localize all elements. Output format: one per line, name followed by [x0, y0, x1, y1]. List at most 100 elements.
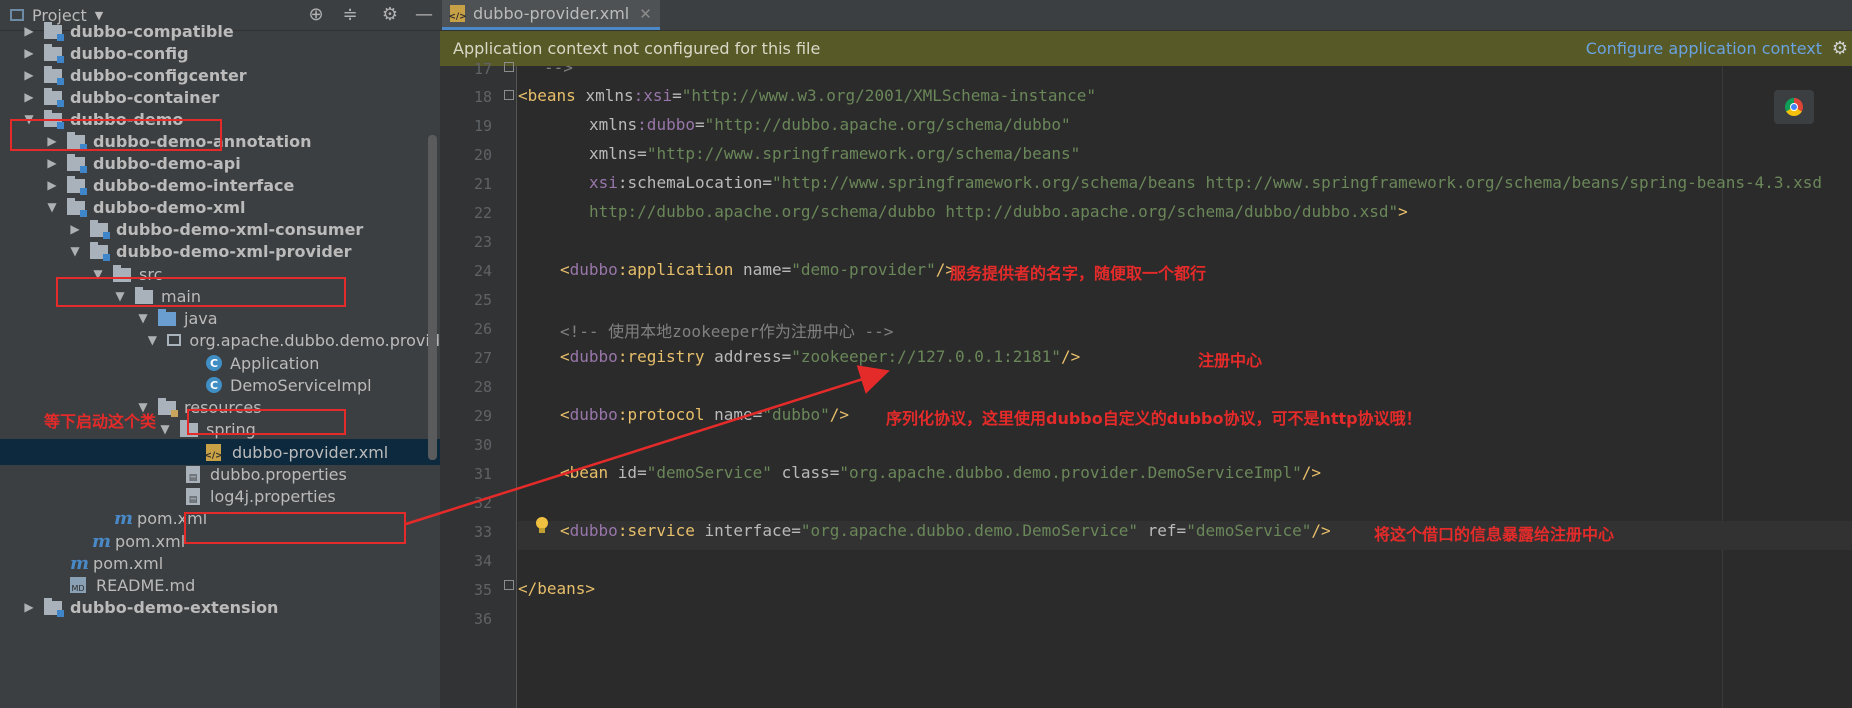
line-number: 25 — [473, 291, 492, 309]
tree-item-label: org.apache.dubbo.demo.provid — [189, 330, 440, 350]
annotation-service: 将这个借口的信息暴露给注册中心 — [1374, 525, 1615, 544]
maven-icon: m — [114, 507, 134, 529]
annotation-provider-name: 服务提供者的名字，随便取一个都行 — [950, 264, 1207, 283]
configure-context-link[interactable]: Configure application context — [1586, 39, 1822, 58]
module-folder-icon — [67, 198, 87, 217]
chrome-icon — [1785, 98, 1803, 116]
code-line-18: <beans xmlns:xsi="http://www.w3.org/2001… — [518, 86, 1096, 105]
line-number: 19 — [473, 117, 492, 135]
line-number: 36 — [473, 610, 492, 628]
tree-item-label: dubbo-demo-interface — [93, 175, 295, 195]
code-editor[interactable]: --> <beans xmlns:xsi="http://www.w3.org/… — [518, 66, 1852, 708]
line-number-gutter: 17 18 19 20 21 22 23 24 25 26 27 28 29 3… — [440, 60, 517, 708]
banner-message: Application context not configured for t… — [453, 39, 821, 58]
line-number: 20 — [473, 146, 492, 164]
properties-file-icon: ▤ — [186, 466, 204, 483]
code-line-17: --> — [544, 66, 573, 77]
expand-arrow-icon[interactable]: ▶ — [45, 156, 59, 170]
module-folder-icon — [67, 154, 87, 173]
tree-item-label: log4j.properties — [210, 486, 336, 506]
editor-tab-bar: </> dubbo-provider.xml ✕ — [440, 0, 1852, 31]
project-panel: Project ▼ ⊕ ≑ ⚙ — ▶ dubbo-compatible ▶ d… — [0, 0, 440, 708]
tree-item-label: dubbo-demo-xml-provider — [116, 241, 352, 261]
highlight-box-provider-xml — [184, 512, 406, 544]
expand-arrow-icon[interactable]: ▶ — [22, 46, 36, 60]
expand-arrow-icon[interactable]: ▶ — [22, 24, 36, 38]
line-number: 18 — [473, 88, 492, 106]
annotation-start-class: 等下启动这个类 — [44, 412, 157, 431]
code-line-31: <bean id="demoService" class="org.apache… — [560, 463, 1322, 482]
collapse-arrow-icon[interactable]: ▼ — [136, 311, 150, 325]
line-number: 32 — [473, 494, 492, 512]
tree-item-dubbo-demo-extension[interactable]: ▶ dubbo-demo-extension — [0, 594, 440, 620]
collapse-arrow-icon[interactable]: ▼ — [146, 333, 159, 347]
expand-arrow-icon[interactable]: ▶ — [22, 68, 36, 82]
code-line-29: <dubbo:protocol name="dubbo"/> — [560, 405, 850, 424]
tree-item-label: dubbo-provider.xml — [232, 442, 389, 462]
highlight-box-dubbo-demo — [10, 119, 222, 151]
tree-item-label: dubbo-demo-xml-consumer — [116, 219, 364, 239]
line-number: 21 — [473, 175, 492, 193]
lightbulb-icon[interactable] — [534, 516, 550, 536]
open-in-browser-button[interactable] — [1774, 90, 1814, 124]
line-number: 28 — [473, 378, 492, 396]
module-folder-icon — [90, 242, 110, 261]
tree-item-label: README.md — [96, 575, 196, 595]
code-line-33: <dubbo:service interface="org.apache.dub… — [560, 521, 1331, 540]
module-folder-icon — [90, 220, 110, 239]
resources-folder-icon — [158, 398, 178, 417]
annotation-protocol: 序列化协议，这里使用dubbo自定义的dubbo协议，可不是http协议哦！ — [886, 409, 1422, 428]
module-folder-icon — [44, 598, 64, 617]
highlight-box-xml-provider — [56, 277, 346, 307]
code-line-19: xmlns:dubbo="http://dubbo.apache.org/sch… — [589, 115, 1071, 134]
tab-label: dubbo-provider.xml — [473, 4, 630, 23]
line-number: 29 — [473, 407, 492, 425]
code-line-27: <dubbo:registry address="zookeeper://127… — [560, 347, 1081, 366]
annotation-registry: 注册中心 — [1198, 351, 1263, 370]
tree-item-label: dubbo.properties — [210, 464, 347, 484]
tree-item-label: java — [184, 308, 218, 328]
java-class-icon: C — [206, 377, 224, 393]
code-line-26-comment: <!-- 使用本地zookeeper作为注册中心 --> — [560, 322, 894, 341]
collapse-arrow-icon[interactable]: ▼ — [45, 200, 59, 214]
tree-item-label: Application — [230, 353, 320, 373]
tree-item-label: dubbo-demo-api — [93, 153, 241, 173]
maven-icon: m — [92, 530, 112, 552]
line-number: 30 — [473, 436, 492, 454]
expand-arrow-icon[interactable]: ▶ — [22, 600, 36, 614]
markdown-file-icon: MD — [70, 577, 90, 593]
expand-arrow-icon[interactable]: ▶ — [45, 178, 59, 192]
xml-file-icon: </> — [448, 5, 467, 22]
gear-icon[interactable]: ⚙ — [1832, 38, 1848, 59]
source-folder-icon — [158, 309, 178, 326]
module-folder-icon — [44, 44, 64, 63]
fold-marker-icon[interactable] — [504, 62, 514, 72]
line-number: 26 — [473, 320, 492, 338]
tab-dubbo-provider-xml[interactable]: </> dubbo-provider.xml ✕ — [442, 0, 660, 30]
fold-marker-icon[interactable] — [504, 90, 514, 100]
collapse-arrow-icon[interactable]: ▼ — [158, 422, 172, 436]
line-number: 27 — [473, 349, 492, 367]
fold-marker-icon[interactable] — [504, 580, 514, 590]
line-number: 17 — [473, 60, 492, 78]
properties-file-icon: ▤ — [186, 488, 204, 505]
tree-item-label: dubbo-config — [70, 43, 189, 63]
notification-banner: Application context not configured for t… — [440, 31, 1852, 66]
code-line-35: </beans> — [518, 579, 596, 598]
maven-icon: m — [70, 552, 90, 574]
module-folder-icon — [67, 176, 87, 195]
tree-item-label: pom.xml — [115, 531, 186, 551]
close-icon[interactable]: ✕ — [639, 5, 652, 23]
java-class-icon: C — [206, 355, 224, 371]
tree-scrollbar[interactable] — [428, 135, 437, 460]
code-line-22: http://dubbo.apache.org/schema/dubbo htt… — [589, 202, 1408, 221]
expand-arrow-icon[interactable]: ▶ — [22, 90, 36, 104]
tree-item-label: dubbo-compatible — [70, 21, 234, 41]
highlight-box-application — [187, 409, 346, 435]
line-number: 31 — [473, 465, 492, 483]
collapse-arrow-icon[interactable]: ▼ — [68, 244, 82, 258]
line-number: 23 — [473, 233, 492, 251]
code-line-20: xmlns="http://www.springframework.org/sc… — [589, 144, 1081, 163]
expand-arrow-icon[interactable]: ▶ — [68, 222, 82, 236]
line-number: 22 — [473, 204, 492, 222]
